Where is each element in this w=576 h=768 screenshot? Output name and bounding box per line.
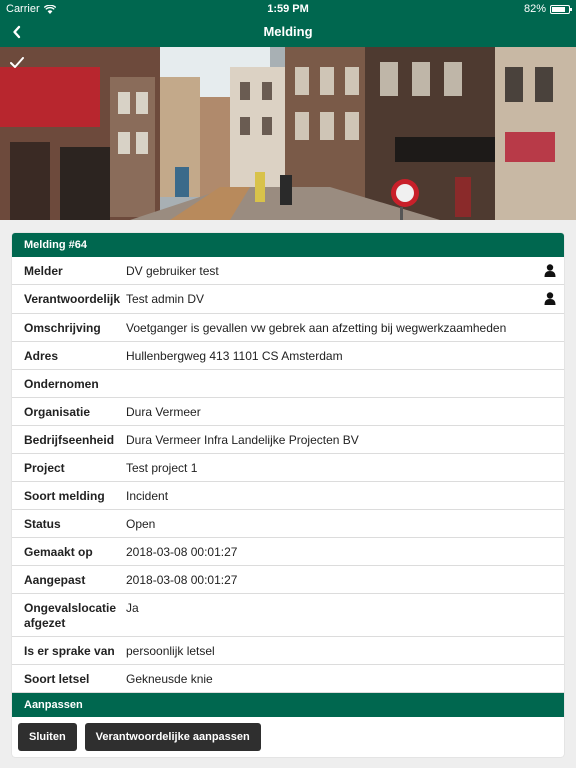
detail-value: Dura Vermeer Infra Landelijke Projecten … xyxy=(126,433,359,447)
button-bar: Sluiten Verantwoordelijke aanpassen xyxy=(12,717,564,757)
detail-row: Aangepast 2018-03-08 00:01:27 xyxy=(12,566,564,594)
detail-value: Gekneusde knie xyxy=(126,672,213,686)
detail-value: Open xyxy=(126,517,156,531)
edit-section-header: Aanpassen xyxy=(12,693,564,717)
detail-label: Aangepast xyxy=(24,573,86,587)
detail-row: Melder DV gebruiker test xyxy=(12,257,564,285)
page-title: Melding xyxy=(263,24,313,39)
detail-value: 2018-03-08 00:01:27 xyxy=(126,573,238,587)
card-header: Melding #64 xyxy=(12,233,564,257)
detail-label: Adres xyxy=(24,349,59,363)
battery-percentage: 82% xyxy=(523,3,546,15)
person-icon[interactable] xyxy=(544,292,556,305)
incident-card: Melding #64 Melder DV gebruiker test Veran… xyxy=(12,233,564,757)
detail-label: Ondernomen xyxy=(24,377,99,391)
detail-row: Gemaakt op 2018-03-08 00:01:27 xyxy=(12,538,564,566)
detail-value: DV gebruiker test xyxy=(126,264,219,278)
detail-row: Status Open xyxy=(12,510,564,538)
detail-label: Bedrijfseenheid xyxy=(24,433,115,447)
detail-row: Ongevalslocatie afgezet Ja xyxy=(12,594,564,637)
detail-value: Incident xyxy=(126,489,169,503)
navigation-bar: Melding xyxy=(0,18,576,47)
detail-value xyxy=(126,377,564,397)
change-responsible-button[interactable]: Verantwoordelijke aanpassen xyxy=(84,723,261,751)
detail-label: Omschrijving xyxy=(24,321,101,335)
close-button[interactable]: Sluiten xyxy=(18,723,77,751)
detail-row: Adres Hullenbergweg 413 1101 CS Amsterdam xyxy=(12,342,564,370)
detail-row: Soort melding Incident xyxy=(12,482,564,510)
detail-label: Is er sprake van xyxy=(24,644,115,658)
detail-label: Melder xyxy=(24,264,63,278)
detail-row: Omschrijving Voetganger is gevallen vw ge… xyxy=(12,314,564,342)
detail-label: Verantwoordelijk xyxy=(24,292,121,306)
detail-label: Soort letsel xyxy=(24,672,90,686)
clock: 1:59 PM xyxy=(267,3,309,15)
detail-value: Test project 1 xyxy=(126,461,198,475)
detail-value: Dura Vermeer xyxy=(126,405,201,419)
detail-label: Soort melding xyxy=(24,489,105,503)
detail-label: Status xyxy=(24,517,61,531)
detail-row: Ondernomen xyxy=(12,370,564,398)
detail-value: Test admin DV xyxy=(126,292,205,306)
battery-icon xyxy=(550,4,572,14)
detail-row: Verantwoordelijk Test admin DV xyxy=(12,285,564,314)
status-bar: Carrier 1:59 PM 82% xyxy=(0,0,576,18)
details-list: Melder DV gebruiker test Verantwoordelijk T… xyxy=(12,257,564,693)
detail-value: Voetganger is gevallen vw gebrek aan afz… xyxy=(126,321,507,335)
detail-row: Is er sprake van persoonlijk letsel xyxy=(12,637,564,665)
detail-value: 2018-03-08 00:01:27 xyxy=(126,545,238,559)
person-icon[interactable] xyxy=(544,264,556,277)
detail-row: Project Test project 1 xyxy=(12,454,564,482)
detail-value: persoonlijk letsel xyxy=(126,644,215,658)
incident-photo xyxy=(0,47,576,220)
detail-value: Hullenbergweg 413 1101 CS Amsterdam xyxy=(126,349,343,363)
detail-label: Project xyxy=(24,461,65,475)
detail-label: Gemaakt op xyxy=(24,545,93,559)
detail-row: Soort letsel Gekneusde knie xyxy=(12,665,564,693)
detail-row: Bedrijfseenheid Dura Vermeer Infra Landel… xyxy=(12,426,564,454)
detail-label: Ongevalslocatie afgezet xyxy=(24,601,117,630)
detail-value: Ja xyxy=(126,601,139,615)
detail-row: Organisatie Dura Vermeer xyxy=(12,398,564,426)
checkmark-icon xyxy=(10,57,24,68)
detail-label: Organisatie xyxy=(24,405,91,419)
